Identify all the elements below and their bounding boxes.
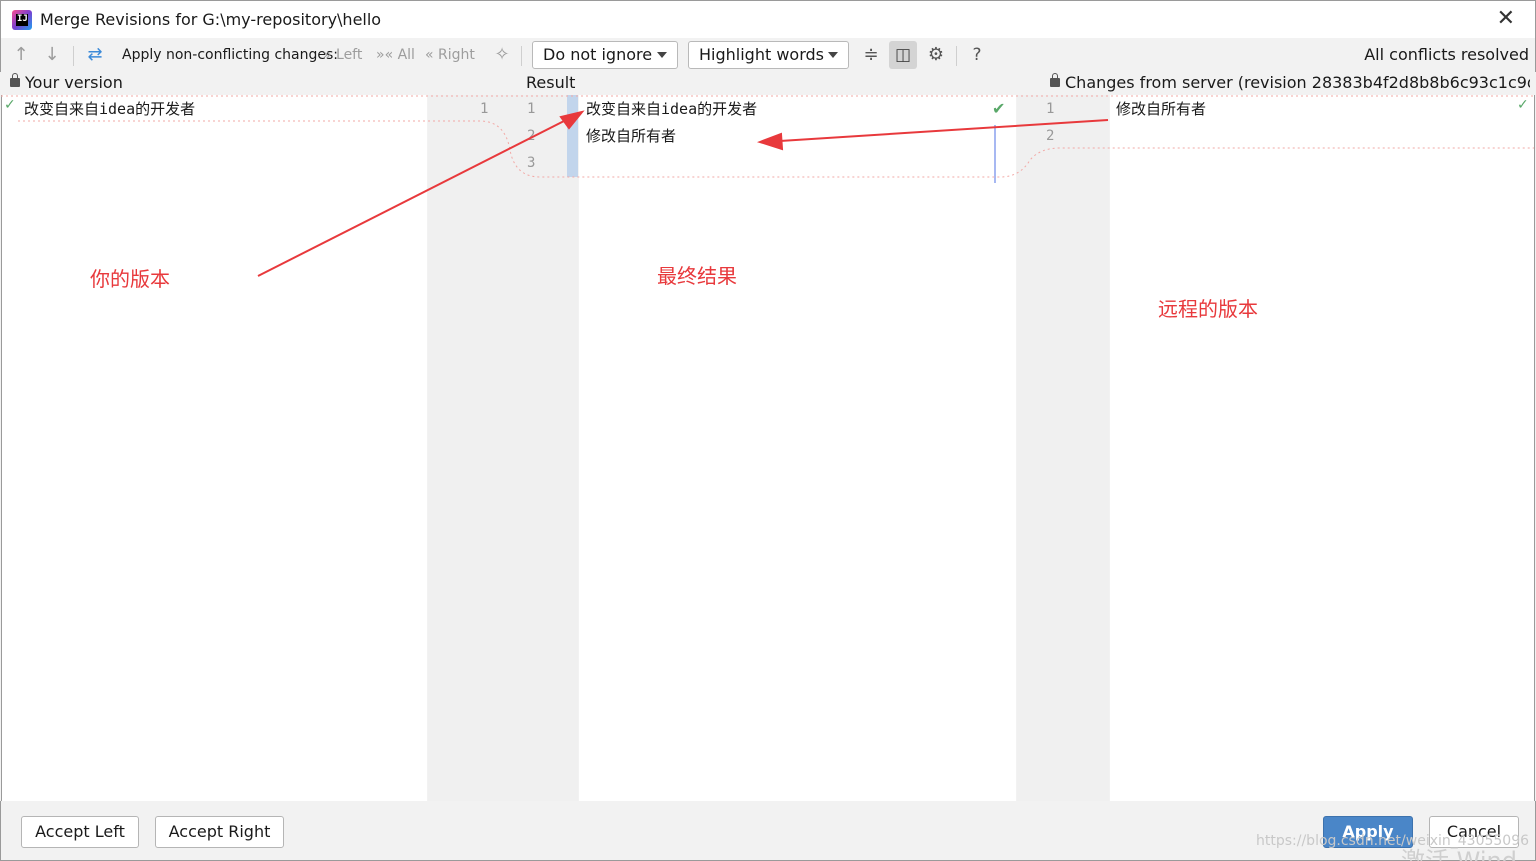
double-chevron-right-icon: »: [323, 47, 337, 63]
toolbar: ↑ ↓ ⇄ Apply non-conflicting changes: » L…: [0, 38, 1536, 72]
toolbar-separator: [73, 46, 74, 66]
result-line-number: 2: [527, 128, 536, 144]
app-icon-label: IJ: [17, 14, 28, 24]
highlight-mode-dropdown[interactable]: Highlight words: [688, 41, 849, 69]
accept-left-button[interactable]: Accept Left: [21, 816, 139, 848]
result-line-1[interactable]: 改变自来自idea的开发者: [586, 95, 757, 123]
window-titlebar: IJ Merge Revisions for G:\my-repository\…: [0, 0, 1536, 38]
apply-left-label: Left: [336, 47, 363, 63]
magic-wand-icon[interactable]: ✧: [491, 38, 513, 72]
change-marker[interactable]: [567, 95, 578, 177]
check-icon: ✓: [1517, 97, 1529, 113]
apply-all-button[interactable]: »« All: [376, 38, 415, 72]
help-icon[interactable]: ?: [966, 38, 988, 72]
window-title: Merge Revisions for G:\my-repository\hel…: [40, 10, 382, 29]
resolve-changes-icon[interactable]: ⇄: [84, 38, 106, 72]
close-icon[interactable]: ✕: [1497, 7, 1515, 31]
gear-icon[interactable]: ⚙: [925, 38, 947, 72]
left-gutter: 1 1 2 3: [428, 95, 578, 801]
result-line-number: 1: [527, 101, 536, 117]
merge-status-text: All conflicts resolved: [1364, 45, 1529, 64]
resolved-check-icon: ✔: [992, 99, 1006, 118]
right-header-label: Changes from server (revision 28383b4f2d…: [1065, 73, 1530, 92]
annotation-remote-version: 远程的版本: [1158, 297, 1258, 321]
lock-icon: [10, 73, 20, 87]
next-difference-icon[interactable]: ↓: [41, 38, 63, 72]
chevron-down-icon: [828, 52, 838, 58]
apply-non-conflicting-label: Apply non-conflicting changes:: [122, 47, 339, 63]
right-line-number: 1: [1046, 101, 1055, 117]
right-line-1[interactable]: 修改自所有者: [1116, 95, 1206, 123]
double-chevron-left-icon: «: [425, 47, 439, 63]
annotation-final-result: 最终结果: [657, 264, 737, 288]
left-column-header: Your version: [10, 72, 410, 94]
left-editor-panel[interactable]: ✓ 改变自来自idea的开发者: [1, 95, 427, 801]
center-column-header: Result: [526, 73, 576, 92]
change-indicator-line: [994, 125, 996, 183]
highlight-mode-value: Highlight words: [699, 45, 824, 64]
intellij-app-icon: IJ: [12, 10, 32, 30]
result-line-number: 3: [527, 155, 536, 171]
ignore-whitespace-dropdown[interactable]: Do not ignore: [532, 41, 678, 69]
lock-icon: [1050, 73, 1060, 87]
chevron-down-icon: [657, 52, 667, 58]
ignore-whitespace-value: Do not ignore: [543, 45, 653, 64]
toolbar-separator: [956, 46, 957, 66]
apply-right-label: Right: [438, 47, 475, 63]
result-editor-panel[interactable]: 改变自来自idea的开发者 修改自所有者 ✔: [579, 95, 1016, 801]
previous-difference-icon[interactable]: ↑: [10, 38, 32, 72]
accept-right-button[interactable]: Accept Right: [155, 816, 284, 848]
left-line-number: 1: [480, 101, 489, 117]
collapse-unchanged-icon[interactable]: ≑: [860, 38, 882, 72]
annotation-your-version: 你的版本: [90, 267, 170, 291]
sync-scroll-toggle-icon[interactable]: ◫: [889, 41, 917, 69]
left-line-1[interactable]: 改变自来自idea的开发者: [24, 95, 195, 123]
dialog-footer: Accept Left Accept Right Apply Cancel ht…: [0, 801, 1536, 861]
activate-windows-text: 激活 Wind: [1401, 847, 1517, 861]
apply-left-button[interactable]: » Left: [323, 38, 362, 72]
apply-all-label: All: [397, 47, 415, 63]
double-arrows-icon: »«: [376, 47, 398, 63]
apply-right-button[interactable]: « Right: [425, 38, 475, 72]
left-header-label: Your version: [25, 73, 123, 92]
right-column-header: Changes from server (revision 28383b4f2d…: [1050, 72, 1530, 94]
result-line-2[interactable]: 修改自所有者: [586, 122, 676, 150]
right-line-number: 2: [1046, 128, 1055, 144]
right-editor-panel[interactable]: 修改自所有者 ✓: [1110, 95, 1535, 801]
check-icon: ✓: [4, 97, 16, 113]
right-gutter: 1 2: [1017, 95, 1109, 801]
toolbar-separator: [521, 46, 522, 66]
